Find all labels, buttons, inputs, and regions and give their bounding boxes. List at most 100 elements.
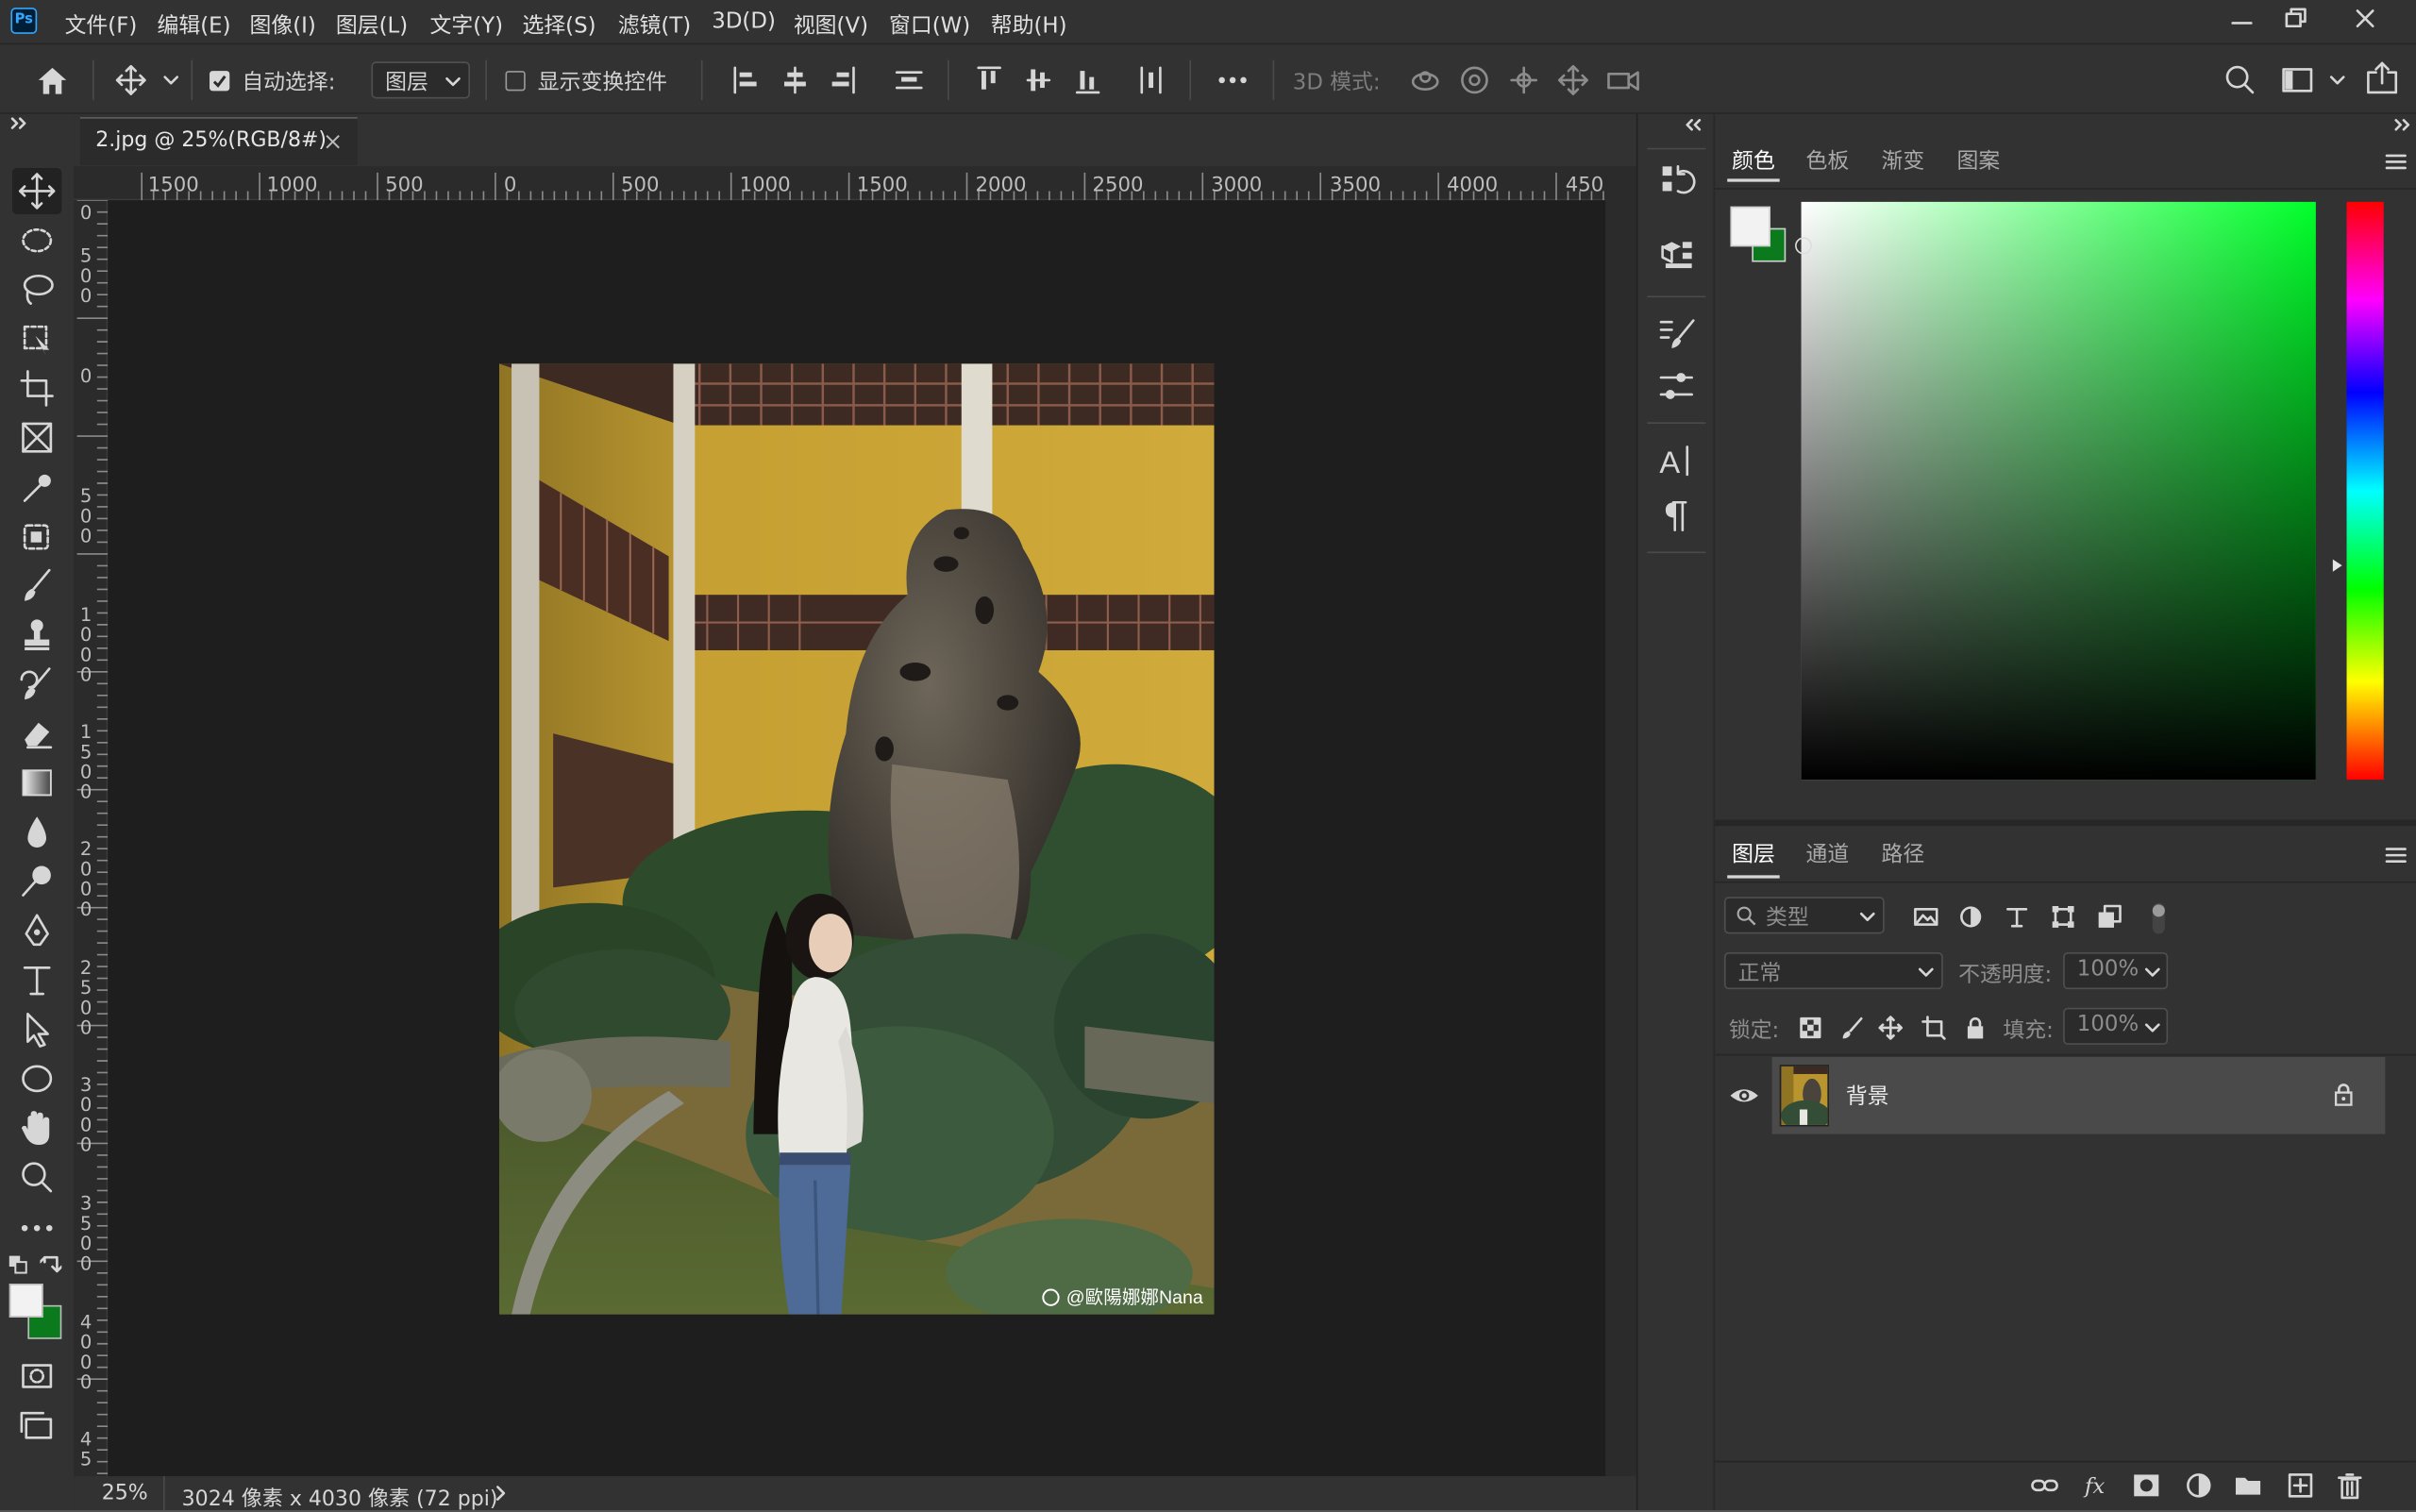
move-tool-icon[interactable] — [12, 167, 62, 214]
default-colors-icon[interactable] — [8, 1254, 29, 1276]
expand-toolbar-icon[interactable] — [9, 114, 31, 133]
align-vertical-centers-icon[interactable] — [1023, 63, 1054, 97]
type-tool-icon[interactable] — [12, 957, 61, 1003]
opacity-field[interactable]: 100% — [2063, 951, 2169, 990]
filter-pixel-icon[interactable] — [1914, 904, 1938, 929]
search-icon[interactable] — [2222, 61, 2258, 98]
layer-style-fx-icon[interactable]: fx — [2082, 1470, 2113, 1502]
spot-healing-tool-icon[interactable] — [12, 513, 61, 560]
frame-tool-icon[interactable] — [12, 414, 61, 461]
zoom-tool-icon[interactable] — [12, 1154, 61, 1201]
3d-pan-icon[interactable] — [1505, 63, 1542, 97]
chevron-down-icon[interactable] — [161, 73, 180, 88]
blur-tool-icon[interactable] — [12, 809, 61, 855]
screen-mode-icon[interactable] — [12, 1403, 61, 1449]
panel-menu-icon[interactable] — [2385, 848, 2407, 863]
new-layer-icon[interactable] — [2285, 1470, 2316, 1502]
brush-tool-icon[interactable] — [12, 563, 61, 609]
lock-all-icon[interactable] — [1963, 1016, 1988, 1040]
menu-layer[interactable]: 图层(L) — [336, 9, 408, 41]
gradient-tool-icon[interactable] — [12, 760, 61, 806]
lock-position-icon[interactable] — [1878, 1016, 1903, 1040]
swap-colors-icon[interactable] — [40, 1254, 62, 1276]
expand-panels-icon[interactable] — [2393, 117, 2412, 132]
layer-name[interactable]: 背景 — [1846, 1080, 1889, 1111]
filter-smart-object-icon[interactable] — [2097, 904, 2122, 929]
document-tab[interactable]: 2.jpg @ 25%(RGB/8#) — [79, 117, 358, 165]
ellipse-tool-icon[interactable] — [12, 1055, 61, 1101]
document-image[interactable]: @歐陽娜娜Nana — [498, 363, 1215, 1315]
status-menu-chevron-icon[interactable] — [493, 1486, 508, 1501]
canvas-pasteboard[interactable]: @歐陽娜娜Nana — [108, 200, 1606, 1477]
add-mask-icon[interactable] — [2131, 1470, 2162, 1502]
filter-adjustment-icon[interactable] — [1958, 904, 1983, 929]
adjustments-icon[interactable] — [1656, 367, 1696, 407]
show-transform-checkbox[interactable] — [505, 71, 526, 92]
tab-color[interactable]: 颜色 — [1732, 144, 1775, 176]
pen-tool-icon[interactable] — [12, 908, 61, 954]
elliptical-marquee-tool-icon[interactable] — [12, 217, 61, 263]
hue-slider[interactable] — [2346, 201, 2384, 781]
menu-filter[interactable]: 滤镜(T) — [618, 9, 692, 41]
filter-type-icon[interactable] — [2005, 904, 2029, 929]
collapse-strip-icon[interactable] — [1684, 117, 1703, 132]
eye-icon[interactable] — [1727, 1080, 1761, 1111]
menu-file[interactable]: 文件(F) — [65, 9, 138, 41]
color-picker-cursor[interactable] — [1795, 237, 1812, 255]
menu-help[interactable]: 帮助(H) — [991, 9, 1067, 41]
foreground-color-swatch[interactable] — [8, 1283, 43, 1318]
dodge-tool-icon[interactable] — [12, 858, 61, 904]
3d-camera-icon[interactable] — [1604, 63, 1644, 97]
blend-mode-dropdown[interactable]: 正常 — [1723, 951, 1943, 990]
align-bottom-edges-icon[interactable] — [1072, 63, 1103, 97]
lasso-tool-icon[interactable] — [12, 266, 61, 312]
minimize-icon[interactable] — [2223, 3, 2260, 37]
menu-3d[interactable]: 3D(D) — [712, 9, 776, 34]
foreground-background-swatches[interactable] — [8, 1283, 62, 1339]
tab-paths[interactable]: 路径 — [1881, 838, 1924, 869]
workspace-chevron-icon[interactable] — [2328, 73, 2347, 88]
panel-menu-icon[interactable] — [2385, 154, 2407, 170]
hue-slider-handle-icon[interactable] — [2330, 558, 2345, 573]
history-panel-icon[interactable] — [1656, 160, 1696, 200]
saturation-brightness-field[interactable] — [1801, 201, 2316, 781]
menu-image[interactable]: 图像(I) — [249, 9, 315, 41]
filter-shape-icon[interactable] — [2051, 904, 2075, 929]
clone-stamp-tool-icon[interactable] — [12, 612, 61, 658]
distribute-horizontal-icon[interactable] — [1135, 63, 1166, 97]
menu-select[interactable]: 选择(S) — [522, 9, 596, 41]
object-selection-tool-icon[interactable] — [12, 316, 61, 362]
3d-panel-icon[interactable] — [1656, 234, 1696, 274]
tab-layers[interactable]: 图层 — [1732, 838, 1775, 869]
hand-tool-icon[interactable] — [12, 1105, 61, 1151]
align-top-edges-icon[interactable] — [974, 63, 1005, 97]
align-left-edges-icon[interactable] — [730, 63, 762, 97]
lock-artboard-icon[interactable] — [1921, 1016, 1946, 1040]
lock-image-pixels-icon[interactable] — [1839, 1016, 1864, 1040]
more-options-icon[interactable] — [1215, 63, 1251, 97]
character-panel-icon[interactable]: A — [1656, 441, 1696, 480]
brush-settings-icon[interactable] — [1656, 314, 1696, 354]
3d-slide-icon[interactable] — [1554, 63, 1591, 97]
eyedropper-tool-icon[interactable] — [12, 463, 61, 510]
link-layers-icon[interactable] — [2029, 1470, 2060, 1502]
3d-roll-icon[interactable] — [1456, 63, 1493, 97]
filter-toggle-switch[interactable] — [2150, 899, 2169, 936]
new-group-icon[interactable] — [2233, 1470, 2264, 1502]
tab-gradients[interactable]: 渐变 — [1881, 144, 1924, 176]
align-right-edges-icon[interactable] — [828, 63, 859, 97]
close-tab-icon[interactable] — [324, 132, 343, 151]
share-icon[interactable] — [2363, 60, 2400, 97]
close-window-icon[interactable] — [2347, 3, 2384, 37]
foreground-color-swatch[interactable] — [1730, 206, 1770, 247]
path-selection-tool-icon[interactable] — [12, 1006, 61, 1052]
menu-edit[interactable]: 编辑(E) — [158, 9, 231, 41]
tab-patterns[interactable]: 图案 — [1956, 144, 2000, 176]
menu-type[interactable]: 文字(Y) — [430, 9, 504, 41]
workspace-icon[interactable] — [2279, 61, 2316, 98]
menu-window[interactable]: 窗口(W) — [889, 9, 970, 41]
tab-channels[interactable]: 通道 — [1805, 838, 1849, 869]
new-adjustment-layer-icon[interactable] — [2183, 1470, 2214, 1502]
home-icon[interactable] — [34, 63, 71, 97]
move-tool-preset-icon[interactable] — [112, 63, 149, 97]
